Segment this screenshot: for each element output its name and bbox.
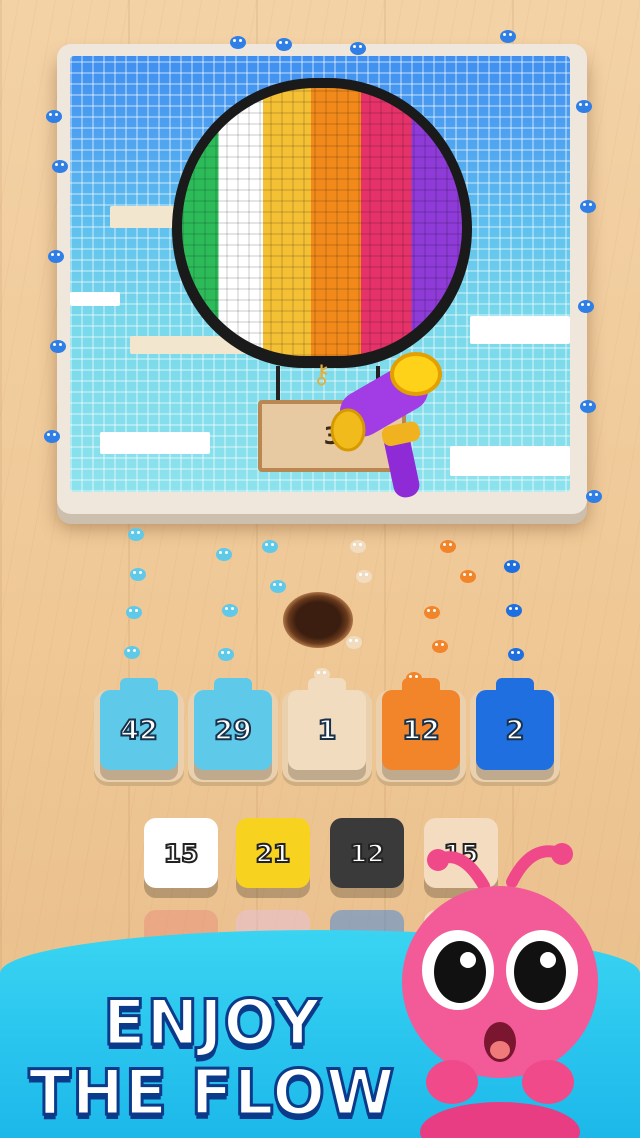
cloud	[450, 446, 570, 476]
ant	[424, 606, 440, 619]
hammer-icon[interactable]	[330, 350, 450, 500]
container-lid	[120, 678, 158, 694]
ant	[576, 100, 592, 113]
ant	[50, 340, 66, 353]
ant	[52, 160, 68, 173]
ant-hole	[283, 592, 353, 648]
ant	[216, 548, 232, 561]
container-count: 42	[119, 714, 159, 747]
cloud	[470, 316, 570, 344]
balloon-stripes	[182, 88, 462, 356]
ant	[440, 540, 456, 553]
rope	[276, 366, 280, 402]
ant	[580, 400, 596, 413]
cloud	[100, 432, 210, 454]
ant	[130, 568, 146, 581]
ant	[218, 648, 234, 661]
ant	[506, 604, 522, 617]
container-cyan[interactable]: 42	[100, 678, 178, 770]
key-icon: ⚷	[312, 360, 332, 390]
pink-ant-mascot-icon	[402, 843, 598, 1138]
ant	[270, 580, 286, 593]
tile-count: 12	[349, 838, 386, 869]
ant	[262, 540, 278, 553]
ant	[578, 300, 594, 313]
container-lid	[496, 678, 534, 694]
ant	[432, 640, 448, 653]
ant	[580, 200, 596, 213]
container-blue[interactable]: 2	[476, 678, 554, 770]
ant	[460, 570, 476, 583]
queue-tile-white[interactable]: 15	[144, 818, 218, 888]
container-count: 2	[505, 714, 526, 747]
container-orange[interactable]: 12	[382, 678, 460, 770]
container-count: 12	[401, 714, 441, 747]
ant	[350, 42, 366, 55]
container-cyan[interactable]: 29	[194, 678, 272, 770]
ant	[230, 36, 246, 49]
ant	[276, 38, 292, 51]
ant	[508, 648, 524, 661]
ant	[586, 490, 602, 503]
container-count: 29	[213, 714, 253, 747]
container-lid	[214, 678, 252, 694]
ant	[346, 636, 362, 649]
container-count: 1	[317, 714, 338, 747]
balloon-art	[172, 78, 472, 368]
ant	[504, 560, 520, 573]
ant	[356, 570, 372, 583]
ant	[350, 540, 366, 553]
ant	[44, 430, 60, 443]
ant	[500, 30, 516, 43]
cloud	[70, 292, 120, 306]
queue-tile-yellow[interactable]: 21	[236, 818, 310, 888]
ant	[222, 604, 238, 617]
tile-count: 15	[163, 838, 200, 869]
ant	[124, 646, 140, 659]
container-beige[interactable]: 1	[288, 678, 366, 770]
slogan-line-1: ENJOY	[102, 986, 322, 1059]
ant	[128, 528, 144, 541]
container-lid	[308, 678, 346, 694]
ant	[46, 110, 62, 123]
ant	[48, 250, 64, 263]
ant	[126, 606, 142, 619]
slogan-line-2: THE FLOW	[27, 1056, 396, 1129]
tile-count: 21	[255, 838, 292, 869]
container-lid	[402, 678, 440, 694]
